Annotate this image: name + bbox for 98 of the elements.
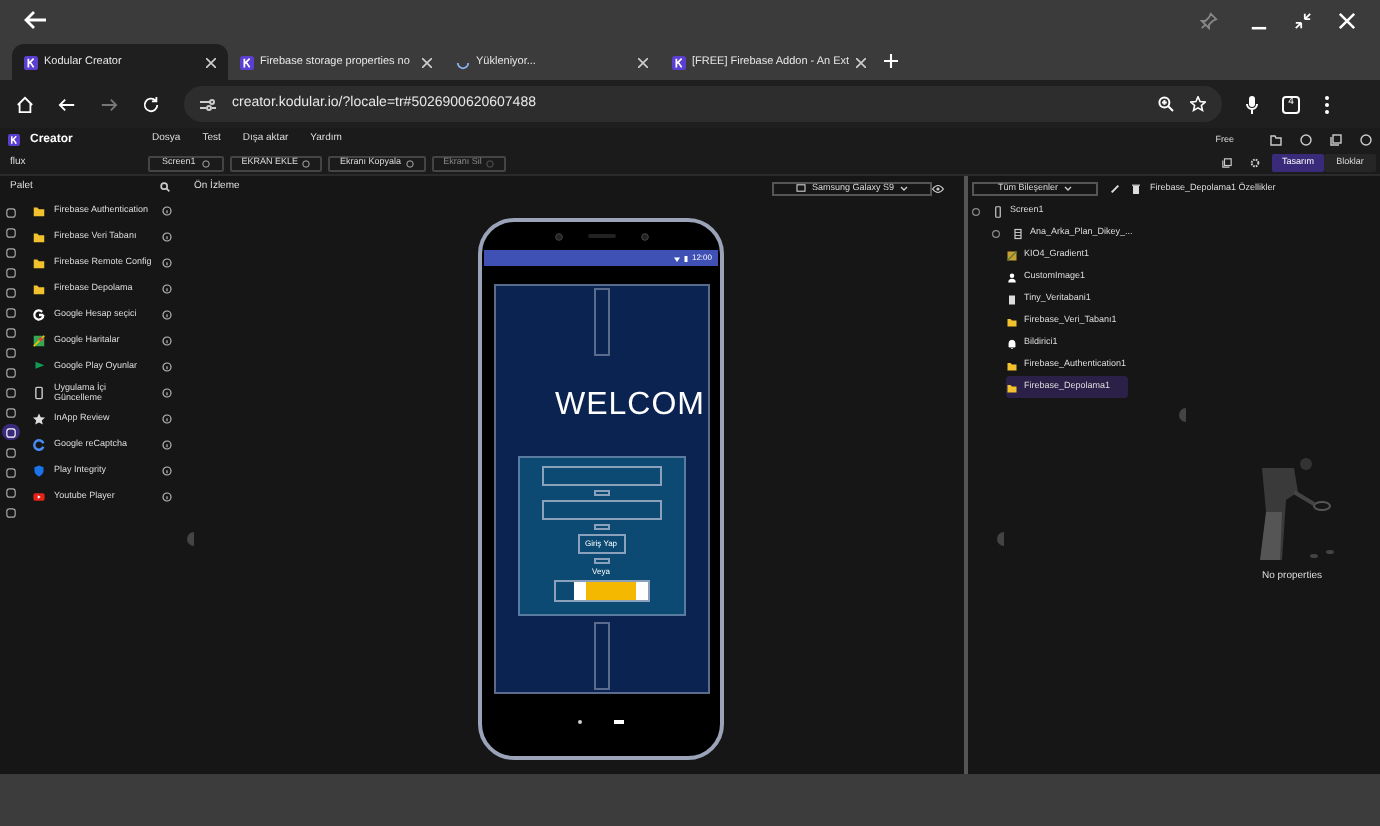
site-settings-icon[interactable] [200, 97, 216, 111]
circle-icon [302, 159, 311, 167]
battery-icon [683, 255, 688, 261]
info-icon[interactable] [162, 388, 172, 398]
category-tab[interactable] [2, 284, 20, 300]
toggle-icon[interactable] [992, 229, 1000, 237]
close-icon[interactable] [206, 57, 216, 67]
kodular-logo-icon [24, 55, 38, 69]
home-icon[interactable] [16, 95, 34, 113]
pin-icon[interactable] [1200, 11, 1218, 29]
search-icon[interactable] [160, 182, 170, 192]
sensor-icon [639, 231, 649, 241]
refresh-icon [32, 438, 46, 452]
category-tab[interactable] [2, 224, 20, 240]
palette-icon[interactable] [1300, 134, 1312, 146]
shield-icon [32, 464, 46, 478]
text-input[interactable] [541, 466, 661, 486]
info-icon[interactable] [162, 492, 172, 502]
copy-icon[interactable] [1330, 134, 1342, 146]
trash-icon[interactable] [1132, 183, 1140, 193]
sign-in-bar [553, 580, 649, 602]
category-tab[interactable] [2, 244, 20, 260]
collapse-handle-icon[interactable] [1176, 408, 1186, 422]
camera-icon [553, 231, 563, 241]
circle-icon [201, 159, 210, 167]
new-tab-icon[interactable] [884, 54, 898, 68]
info-icon[interactable] [162, 414, 172, 424]
image-icon [1006, 249, 1018, 261]
info-icon[interactable] [162, 362, 172, 372]
layers-icon[interactable] [1222, 158, 1232, 168]
info-icon[interactable] [162, 206, 172, 216]
info-icon[interactable] [162, 336, 172, 346]
settings-icon[interactable] [1250, 158, 1260, 168]
toggle-icon[interactable] [972, 207, 980, 215]
collapse-handle-icon[interactable] [184, 532, 194, 546]
google-g-icon [32, 308, 46, 322]
database-icon [1006, 293, 1018, 305]
category-tab[interactable] [2, 424, 20, 440]
collapse-handle-icon[interactable] [994, 532, 1004, 546]
kodular-logo-icon [672, 55, 686, 69]
text-input[interactable] [541, 500, 661, 520]
info-icon[interactable] [162, 258, 172, 268]
zoom-in-icon[interactable] [1158, 96, 1174, 112]
category-tab[interactable] [2, 204, 20, 220]
bell-icon [1006, 337, 1018, 349]
category-tab[interactable] [2, 384, 20, 400]
spacer-block [593, 490, 609, 496]
category-tab[interactable] [2, 464, 20, 480]
reload-icon[interactable] [142, 95, 160, 113]
close-icon[interactable] [855, 57, 866, 67]
back-icon[interactable] [24, 10, 48, 30]
video-player-icon [32, 490, 46, 504]
circle-icon [405, 159, 414, 167]
caret-icon [1064, 185, 1072, 191]
phone-icon [992, 205, 1004, 217]
map-icon [32, 334, 46, 348]
person-icon [1006, 271, 1018, 283]
microphone-icon[interactable] [1246, 95, 1258, 113]
category-tab[interactable] [2, 364, 20, 380]
spacer-block [593, 558, 609, 564]
folder-icon[interactable] [1270, 134, 1282, 146]
device-icon [795, 184, 806, 192]
category-tab[interactable] [2, 264, 20, 280]
close-icon[interactable] [422, 57, 432, 67]
circle-icon [485, 159, 494, 167]
wifi-icon [673, 255, 680, 261]
info-icon[interactable] [162, 310, 172, 320]
collapse-icon[interactable] [1294, 11, 1312, 29]
close-icon[interactable] [638, 57, 648, 67]
folder-icon [1006, 315, 1018, 327]
info-icon[interactable] [162, 232, 172, 242]
star-icon[interactable] [1190, 96, 1206, 112]
speaker-grille-icon [587, 233, 615, 239]
category-tab[interactable] [2, 504, 20, 520]
layout-icon [1012, 227, 1024, 239]
info-icon[interactable] [162, 466, 172, 476]
kodular-logo-icon [8, 134, 20, 146]
welcome-heading: WELCOM [555, 388, 707, 424]
pencil-icon[interactable] [1110, 183, 1120, 193]
category-tab[interactable] [2, 404, 20, 420]
category-tab[interactable] [2, 324, 20, 340]
back-icon[interactable] [58, 95, 76, 113]
spacer-block [593, 524, 609, 530]
caret-icon [900, 185, 909, 191]
kodular-logo-icon [240, 55, 254, 69]
info-icon[interactable] [162, 284, 172, 294]
flag-icon [32, 360, 46, 374]
category-tab[interactable] [2, 344, 20, 360]
help-icon[interactable] [1360, 134, 1372, 146]
more-icon[interactable] [1324, 95, 1330, 113]
info-icon[interactable] [162, 440, 172, 450]
phone-icon [32, 386, 46, 400]
category-tab[interactable] [2, 304, 20, 320]
category-tab[interactable] [2, 484, 20, 500]
forward-icon[interactable] [100, 95, 118, 113]
star-icon [32, 412, 46, 426]
eye-icon[interactable] [932, 183, 944, 193]
category-tab[interactable] [2, 444, 20, 460]
